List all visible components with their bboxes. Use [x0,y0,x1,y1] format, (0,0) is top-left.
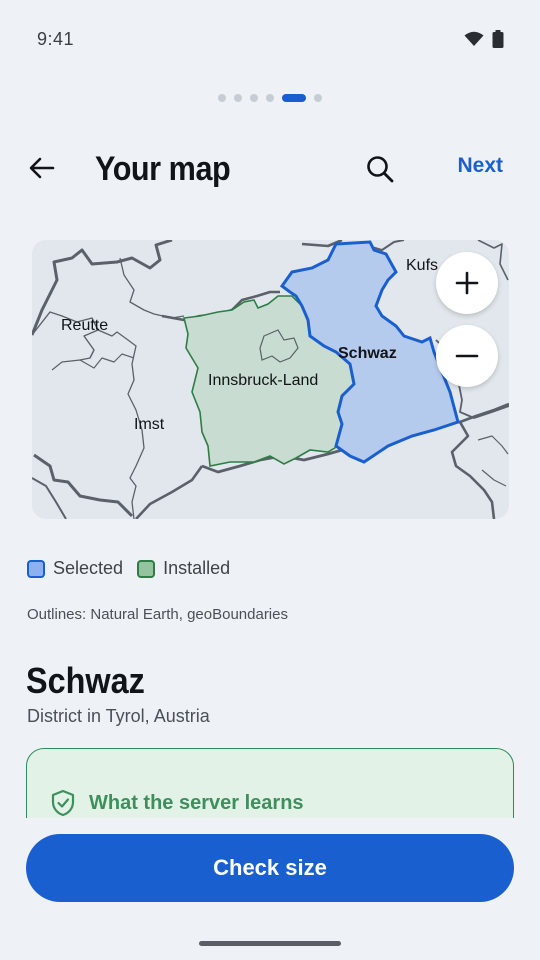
server-info-title: What the server learns [89,791,304,814]
legend-swatch-selected [27,559,45,578]
map-border-line [481,469,507,487]
check-size-button[interactable]: Check size [26,834,514,902]
server-info-header: What the server learns [51,789,304,817]
home-indicator[interactable] [199,941,341,946]
map-label-kufstein: Kufs [406,257,438,274]
zoom-in-button[interactable] [436,252,498,314]
region-name: Schwaz [26,660,145,701]
plus-icon [455,271,479,295]
map-border-line [32,477,67,519]
status-time: 9:41 [37,29,75,49]
page-dot [234,94,242,102]
zoom-out-button[interactable] [436,325,498,387]
back-button[interactable] [24,150,60,186]
top-app-bar: Your map Next [0,140,540,196]
page-dot-active [282,94,306,102]
page-title: Your map [95,150,231,188]
legend-swatch-installed [137,559,156,578]
status-icons [464,30,504,48]
legend-selected: Selected [27,558,123,579]
region-map[interactable]: Reutte Imst Innsbruck-Land Schwaz Kufs [32,240,509,519]
page-indicator [0,94,540,102]
map-border-line [450,421,496,519]
status-bar: 9:41 [0,0,540,78]
legend-label-selected: Selected [53,558,124,578]
map-label-imst: Imst [134,416,165,433]
page-dot [250,94,258,102]
map-border-line [135,465,204,519]
region-subtitle: District in Tyrol, Austria [27,706,210,726]
map-label-schwaz: Schwaz [338,345,397,362]
map-legend: Selected Installed [27,558,230,579]
next-button[interactable]: Next [457,154,503,178]
wifi-icon [464,31,484,46]
legend-installed: Installed [137,558,230,579]
search-icon [367,156,394,183]
page-dot [314,94,322,102]
battery-icon [492,30,504,48]
page-dot [218,94,226,102]
map-border-line [33,453,134,518]
search-button[interactable] [360,149,400,189]
map-border-line [459,402,509,424]
map-border-line [51,353,135,371]
arrow-left-icon [29,157,55,179]
minus-icon [455,354,479,358]
page-dot [266,94,274,102]
map-label-reutte: Reutte [61,317,108,334]
shield-check-icon [51,789,75,817]
map-attribution: Outlines: Natural Earth, geoBoundaries [27,606,288,623]
legend-label-installed: Installed [163,558,231,578]
map-label-innsbruck-land: Innsbruck-Land [208,372,318,389]
map-border-line [477,435,509,455]
